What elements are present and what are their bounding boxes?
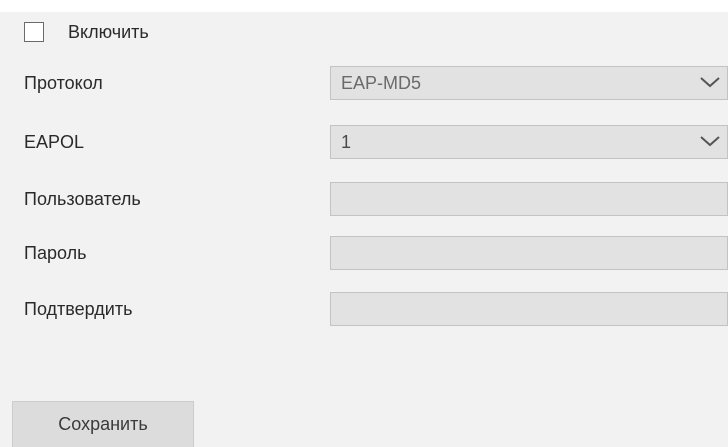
protocol-label: Протокол bbox=[24, 72, 103, 93]
eapol-row: EAPOL 1 bbox=[24, 125, 728, 159]
chevron-down-icon bbox=[700, 77, 720, 88]
confirm-row: Подтвердить bbox=[24, 292, 728, 326]
enable-label: Включить bbox=[68, 21, 149, 42]
enable-row: Включить bbox=[24, 18, 149, 46]
enable-checkbox[interactable] bbox=[24, 22, 44, 42]
password-row: Пароль bbox=[24, 236, 728, 270]
protocol-row: Протокол EAP-MD5 bbox=[24, 66, 728, 100]
save-button[interactable]: Сохранить bbox=[12, 401, 194, 447]
password-input[interactable] bbox=[330, 236, 728, 270]
user-input[interactable] bbox=[330, 182, 728, 216]
chevron-down-icon bbox=[700, 136, 720, 147]
confirm-label: Подтвердить bbox=[24, 298, 133, 319]
user-label: Пользователь bbox=[24, 188, 141, 209]
protocol-value: EAP-MD5 bbox=[341, 72, 422, 93]
protocol-select[interactable]: EAP-MD5 bbox=[330, 66, 728, 100]
user-row: Пользователь bbox=[24, 182, 728, 216]
confirm-input[interactable] bbox=[330, 292, 728, 326]
password-label: Пароль bbox=[24, 242, 87, 263]
eapol-value: 1 bbox=[341, 131, 352, 152]
top-strip bbox=[0, 0, 728, 12]
eapol-select[interactable]: 1 bbox=[330, 125, 728, 159]
eapol-label: EAPOL bbox=[24, 131, 85, 152]
